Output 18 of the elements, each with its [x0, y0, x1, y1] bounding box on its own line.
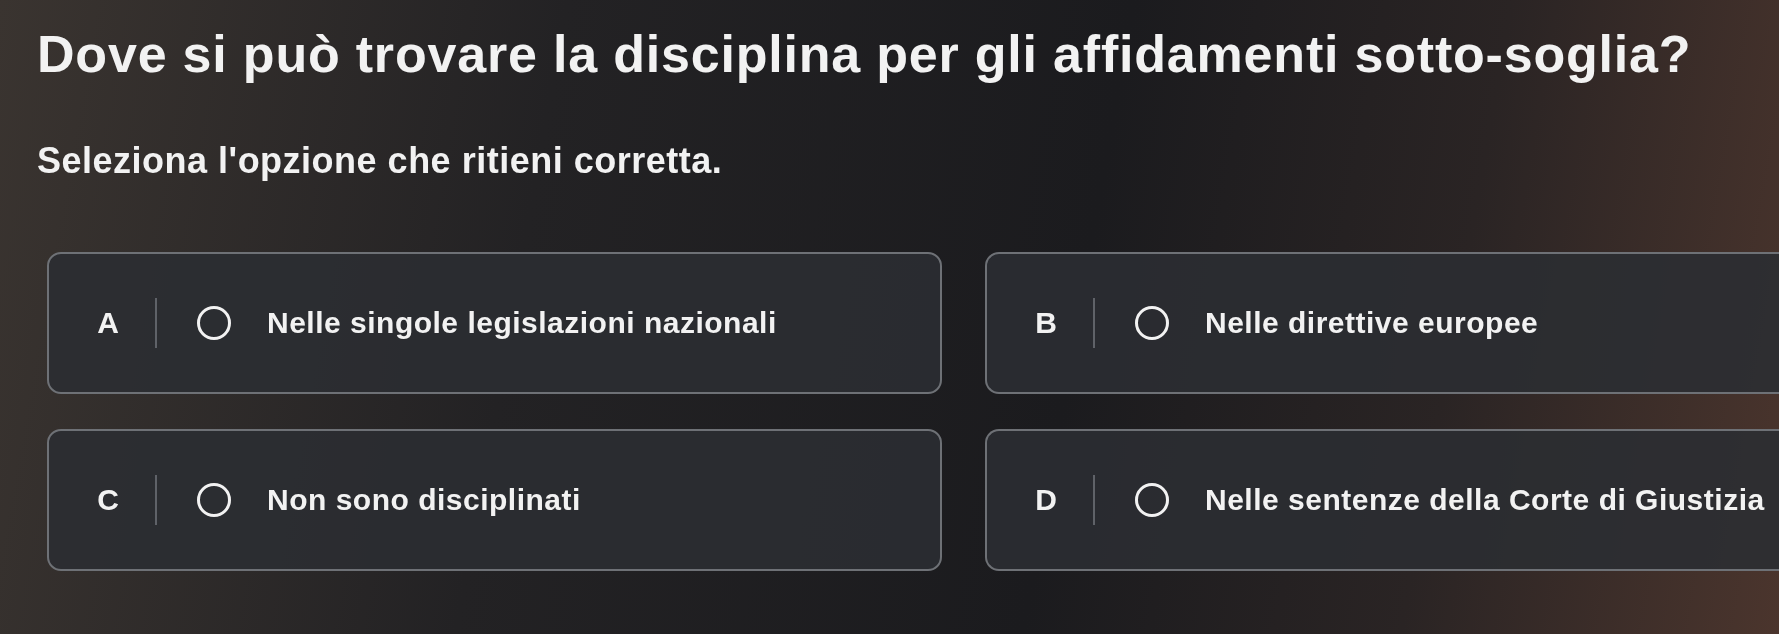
option-card[interactable]: D Nelle sentenze della Corte di Giustizia [985, 429, 1779, 571]
option-text: Nelle direttive europee [1205, 305, 1539, 341]
radio-icon[interactable] [197, 306, 231, 340]
option-card[interactable]: B Nelle direttive europee [985, 252, 1779, 394]
question-title: Dove si può trovare la disciplina per gli affidamenti sotto-soglia? [37, 24, 1692, 84]
option-letter: B [1034, 306, 1058, 340]
radio-icon[interactable] [1135, 306, 1169, 340]
instruction-text: Seleziona l'opzione che ritieni corretta. [37, 140, 723, 182]
option-card[interactable]: C Non sono disciplinati [47, 429, 942, 571]
radio-icon[interactable] [1135, 483, 1169, 517]
option-text: Non sono disciplinati [267, 482, 581, 518]
option-card[interactable]: A Nelle singole legislazioni nazionali [47, 252, 942, 394]
option-text: Nelle sentenze della Corte di Giustizia [1205, 482, 1765, 518]
option-letter: C [96, 483, 120, 517]
option-text: Nelle singole legislazioni nazionali [267, 305, 777, 341]
option-letter: D [1034, 483, 1058, 517]
radio-icon[interactable] [197, 483, 231, 517]
option-letter: A [96, 306, 120, 340]
